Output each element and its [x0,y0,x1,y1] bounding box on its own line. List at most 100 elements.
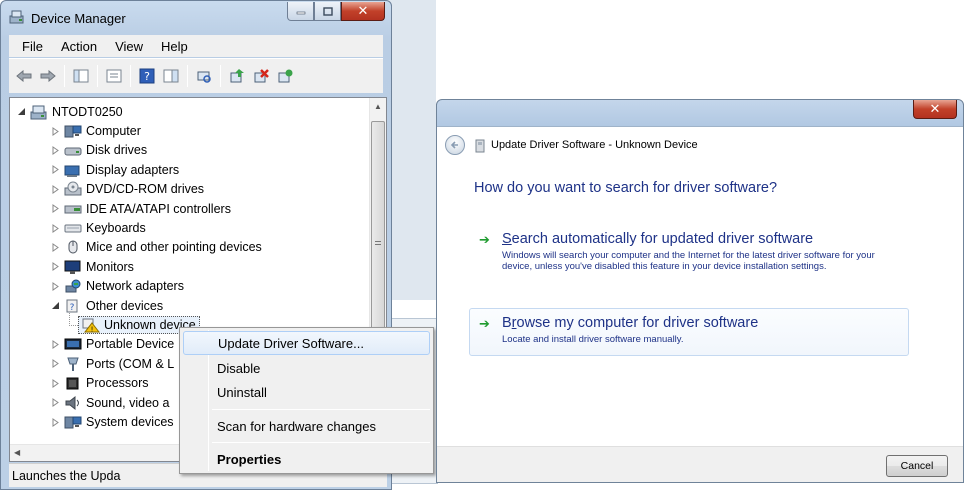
back-icon[interactable] [13,65,35,87]
menu-view[interactable]: View [106,39,152,54]
network-adapter-icon [64,278,82,294]
tree-item-label: Network adapters [86,279,184,294]
close-icon: ✕ [357,3,369,19]
cancel-button[interactable]: Cancel [886,455,948,477]
menu-action[interactable]: Action [52,39,106,54]
forward-icon[interactable] [37,65,59,87]
tree-item-label: Display adapters [86,162,180,177]
scroll-up-icon[interactable]: ▲ [370,98,386,115]
show-hide-console-tree-icon[interactable] [70,65,92,87]
expand-triangle-icon[interactable] [50,378,61,389]
dialog-close-button[interactable]: ✕ [913,100,957,119]
menu-item-uninstall[interactable]: Uninstall [183,380,430,404]
keyboard-icon [64,220,82,236]
update-driver-icon[interactable] [226,65,248,87]
green-arrow-icon: ➔ [479,233,490,248]
green-arrow-icon: ➔ [479,317,490,332]
tree-item-monitors[interactable]: Monitors [50,257,134,276]
tree-item-portable-device[interactable]: Portable Device [50,335,174,354]
portable-device-icon [64,336,82,352]
svg-text:?: ? [144,70,150,83]
status-text: Launches the Upda [12,468,121,483]
tree-item-processors[interactable]: Processors [50,374,149,393]
grip-icon [375,241,381,245]
tree-item-sound-video-a[interactable]: Sound, video a [50,393,169,412]
svg-text:?: ? [70,303,75,313]
svg-text:!: ! [91,326,94,334]
tree-item-other-devices[interactable]: ? Other devices [50,296,163,315]
tree-item-network-adapters[interactable]: Network adapters [50,277,184,296]
option-search-description: Windows will search your computer and th… [502,250,875,272]
dvd-drive-icon [64,181,82,197]
collapse-triangle-icon[interactable] [50,300,61,311]
other-devices-icon: ? [64,298,82,314]
computer-icon [64,123,82,139]
toolbar: ? [9,58,383,93]
context-menu: Update Driver Software... Disable Uninst… [179,327,434,474]
tree-item-ide-ata-atapi-controllers[interactable]: IDE ATA/ATAPI controllers [50,199,231,218]
menu-separator [212,409,430,410]
tree-item-label: System devices [86,415,174,429]
menu-separator [212,442,430,443]
close-button[interactable]: ✕ [341,2,385,21]
expand-triangle-icon[interactable] [50,145,61,156]
tree-item-dvd-cd-rom-drives[interactable]: DVD/CD-ROM drives [50,180,204,199]
tree-root[interactable]: NTODT0250 [16,102,123,121]
expand-triangle-icon[interactable] [50,223,61,234]
tree-item-display-adapters[interactable]: Display adapters [50,160,179,179]
menu-file[interactable]: File [13,39,52,54]
help-icon[interactable]: ? [136,65,158,87]
ide-controller-icon [64,201,82,217]
tree-item-disk-drives[interactable]: Disk drives [50,141,147,160]
menu-item-disable[interactable]: Disable [183,356,430,380]
dialog-title: Update Driver Software - Unknown Device [491,139,698,151]
maximize-button[interactable] [314,2,341,21]
update-driver-window: ✕ Update Driver Software - Unknown Devic… [436,99,964,483]
device-manager-titlebar[interactable]: Device Manager ✕ [1,1,391,33]
menu-help[interactable]: Help [152,39,197,54]
ports-icon [64,356,82,372]
device-manager-app-icon [9,10,25,27]
uninstall-icon[interactable] [250,65,272,87]
dialog-footer: Cancel [437,446,963,482]
expand-triangle-icon[interactable] [50,281,61,292]
scan-hardware-icon[interactable] [193,65,215,87]
expand-triangle-icon[interactable] [50,164,61,175]
tree-item-mice-and-other-pointing-devices[interactable]: Mice and other pointing devices [50,238,262,257]
sound-icon [64,395,82,411]
menu-item-properties[interactable]: Properties [183,447,430,471]
minimize-button[interactable] [287,2,314,21]
view-icon[interactable] [160,65,182,87]
tree-item-ports-com-l[interactable]: Ports (COM & L [50,354,174,373]
device-manager-title: Device Manager [31,11,126,26]
mouse-icon [64,239,82,255]
properties-icon[interactable] [103,65,125,87]
expand-triangle-icon[interactable] [50,417,61,428]
expand-triangle-icon[interactable] [50,184,61,195]
tree-item-system-devices[interactable]: System devices [50,413,174,432]
wizard-device-icon [475,139,485,156]
tree-connector-line [69,313,78,327]
expand-triangle-icon[interactable] [50,203,61,214]
expand-triangle-icon[interactable] [50,261,61,272]
option-search-automatically[interactable]: ➔ Search automatically for updated drive… [469,224,909,279]
toolbar-separator [64,65,65,87]
expand-triangle-icon[interactable] [50,358,61,369]
tree-item-label: Mice and other pointing devices [86,240,262,255]
back-button[interactable] [445,135,465,155]
tree-item-computer[interactable]: Computer [50,122,141,141]
expand-triangle-icon[interactable] [50,242,61,253]
expand-triangle-icon[interactable] [50,126,61,137]
tree-item-keyboards[interactable]: Keyboards [50,219,146,238]
menu-item-scan-hardware[interactable]: Scan for hardware changes [183,414,430,438]
menu-item-update-driver[interactable]: Update Driver Software... [183,331,430,355]
enable-icon[interactable] [274,65,296,87]
scroll-left-icon[interactable]: ◀ [14,448,20,457]
expand-triangle-icon[interactable] [50,397,61,408]
collapse-triangle-icon[interactable] [16,106,27,117]
processor-icon [64,375,82,391]
option-browse-computer[interactable]: ➔ Browse my computer for driver software… [469,308,909,356]
computer-root-icon [30,104,48,120]
dialog-question: How do you want to search for driver sof… [474,180,778,196]
expand-triangle-icon[interactable] [50,339,61,350]
